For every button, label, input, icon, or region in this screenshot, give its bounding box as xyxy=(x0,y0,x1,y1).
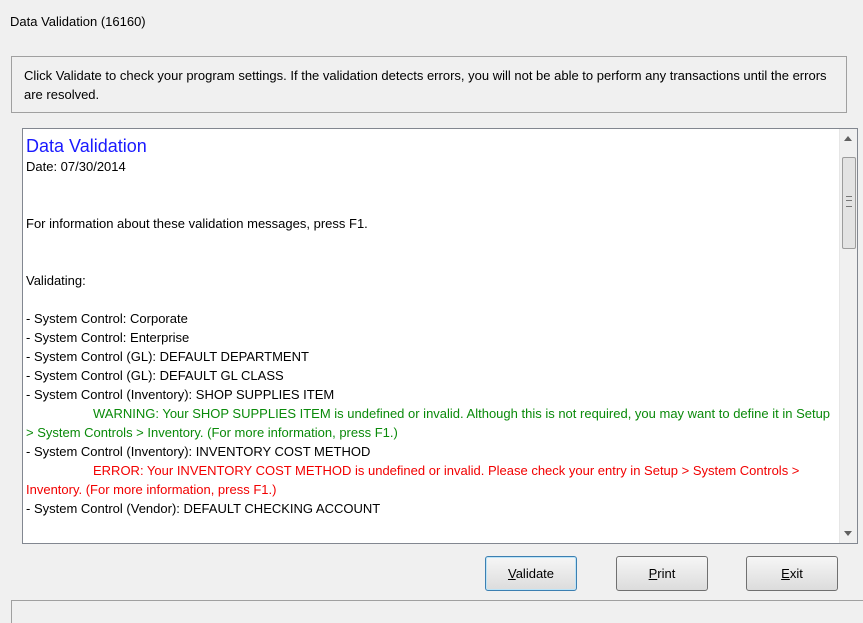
exit-button[interactable]: Exit xyxy=(746,556,838,591)
log-lines: - System Control: Corporate - System Con… xyxy=(26,309,832,518)
log-line: - System Control (GL): DEFAULT DEPARTMEN… xyxy=(26,349,309,364)
log-validating: Validating: xyxy=(26,273,86,288)
instructions-panel: Click Validate to check your program set… xyxy=(11,56,847,113)
validate-button[interactable]: Validate xyxy=(485,556,577,591)
scroll-up-icon[interactable] xyxy=(844,136,852,141)
log-line: - System Control (Inventory): INVENTORY … xyxy=(26,444,371,459)
scroll-thumb[interactable] xyxy=(842,157,856,249)
validation-log[interactable]: Data Validation Date: 07/30/2014 For inf… xyxy=(22,128,858,544)
log-line: - System Control (Inventory): SHOP SUPPL… xyxy=(26,387,335,402)
log-warning: WARNING: Your SHOP SUPPLIES ITEM is unde… xyxy=(26,406,831,440)
title-bar: Data Validation (16160) xyxy=(0,0,863,38)
log-error: ERROR: Your INVENTORY COST METHOD is und… xyxy=(26,463,800,497)
log-line: - System Control: Corporate xyxy=(26,311,188,326)
print-button[interactable]: Print xyxy=(616,556,708,591)
validate-accel: V xyxy=(507,566,516,581)
print-label: rint xyxy=(657,566,676,581)
log-line: - System Control (Vendor): DEFAULT CHECK… xyxy=(26,501,381,516)
log-line: - System Control (GL): DEFAULT GL CLASS xyxy=(26,368,284,383)
scroll-down-icon[interactable] xyxy=(844,531,852,536)
window-title: Data Validation (16160) xyxy=(10,14,146,29)
validate-label: alidate xyxy=(515,566,555,581)
print-accel: P xyxy=(648,566,658,581)
log-content: Data Validation Date: 07/30/2014 For inf… xyxy=(26,135,832,518)
exit-label: xit xyxy=(789,566,803,581)
exit-accel: E xyxy=(781,566,790,581)
status-bar xyxy=(11,600,863,623)
log-info: For information about these validation m… xyxy=(26,216,368,231)
log-line: - System Control: Enterprise xyxy=(26,330,190,345)
vertical-scrollbar[interactable] xyxy=(839,129,857,543)
instructions-text: Click Validate to check your program set… xyxy=(24,68,827,102)
log-date: Date: 07/30/2014 xyxy=(26,159,126,174)
log-title: Data Validation xyxy=(26,136,147,156)
